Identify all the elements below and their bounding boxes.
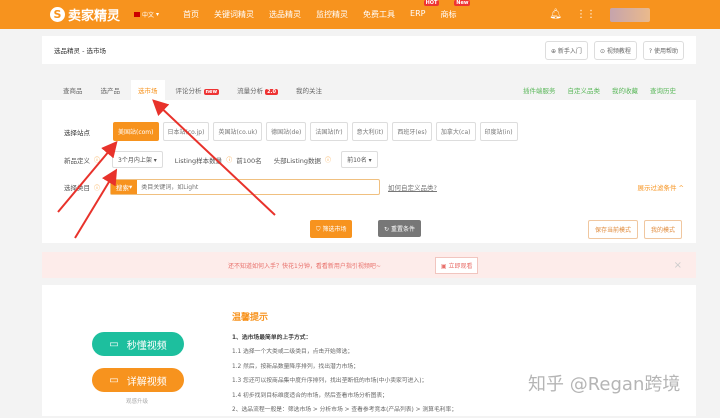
detail-video-button[interactable]: ▭ 详解视频: [92, 368, 184, 392]
close-icon[interactable]: ×: [674, 260, 682, 271]
category-search: 搜索 ▾: [110, 179, 381, 195]
search-type-select[interactable]: 搜索 ▾: [111, 180, 138, 194]
site-it[interactable]: 意大利(it): [351, 122, 389, 141]
expand-filters-toggle[interactable]: 展示过滤条件 ^: [637, 182, 684, 192]
video-tutorial-button[interactable]: ⊙ 视频教程: [593, 40, 637, 60]
save-mode-button[interactable]: 保存当前模式: [588, 220, 639, 239]
video-camera-icon: ▭: [109, 374, 119, 386]
tips-panel: ▭ 秒懂视频 ▭ 详解视频 观感升级 温馨提示 1、选市场最简单的上手方式： 1.1…: [42, 285, 696, 416]
site-fr[interactable]: 法国站(fr): [310, 122, 348, 141]
tips-title: 温馨提示: [232, 313, 269, 323]
help-icon[interactable]: ⓘ: [226, 155, 232, 164]
watch-now-button[interactable]: ▣ 立即观看: [434, 256, 479, 274]
site-us[interactable]: 美国站(com): [113, 122, 159, 141]
nav-product[interactable]: 选品精灵: [269, 9, 301, 20]
filter-market-button[interactable]: ⛉ 筛选市场: [310, 220, 353, 238]
breadcrumb: 选品精灵 - 选市场: [54, 47, 106, 55]
tip-line: 1.4 初步找到目标维度适合的市场，然后查看市场分析图表；: [232, 392, 388, 399]
flag-icon: [134, 12, 141, 17]
help-icon[interactable]: ⓘ: [94, 183, 100, 192]
nav-monitor[interactable]: 监控精灵: [316, 9, 348, 20]
nav-erp[interactable]: ERP HOT: [410, 0, 440, 20]
reset-button[interactable]: ↻ 重置条件: [378, 220, 421, 237]
new-badge: new: [203, 89, 220, 95]
filter-icon: ⛉: [316, 226, 321, 233]
reset-icon: ↻: [384, 226, 390, 233]
tip-line: 1、选市场最简单的上手方式：: [232, 334, 312, 341]
tab-traffic-analysis[interactable]: 流量分析 2.0: [230, 80, 285, 100]
quick-video-button[interactable]: ▭ 秒懂视频: [92, 332, 184, 356]
site-ca[interactable]: 加拿大(ca): [435, 122, 476, 141]
nav-home[interactable]: 首页: [183, 9, 199, 20]
plugin-service-link[interactable]: 插件端服务: [523, 85, 556, 95]
apps-grid-icon[interactable]: ⋮⋮: [576, 9, 596, 20]
tab-select-product[interactable]: 选产品: [94, 80, 128, 100]
logo-icon: S: [50, 7, 65, 22]
category-search-input[interactable]: [137, 183, 217, 191]
hot-badge: HOT: [423, 0, 440, 6]
custom-category-link[interactable]: 自定义品类: [568, 85, 601, 95]
beginner-guide-button[interactable]: ⊕ 新手入门: [544, 40, 588, 60]
tab-review-analysis[interactable]: 评论分析 new: [169, 80, 227, 100]
listing-sample-value[interactable]: 前100名: [236, 155, 261, 165]
filter-panel: 选择站点 美国站(com) 日本站(co.jp) 英国站(co.uk) 德国站(…: [42, 100, 696, 243]
avatar[interactable]: [610, 7, 650, 22]
language-select[interactable]: 中文 ▾: [134, 10, 159, 19]
nav-keyword[interactable]: 关键词精灵: [214, 9, 254, 20]
tip-line: 1.2 然后，按新品数量降序排列，找出潜力市场；: [232, 363, 359, 370]
head-listing-label: 头部Listing数据: [273, 156, 322, 165]
tip-line: 1.3 您还可以按商品集中度升序排列，找出垄断低的市场(中小卖家可进入)；: [232, 378, 428, 384]
site-es[interactable]: 西班牙(es): [392, 122, 432, 141]
video-icon: ▣: [440, 262, 447, 270]
site-jp[interactable]: 日本站(co.jp): [162, 122, 210, 141]
bell-icon[interactable]: 🔔︎: [549, 9, 562, 20]
new-badge: New: [454, 0, 471, 6]
help-icon[interactable]: ⓘ: [325, 155, 331, 164]
tip-line: 1.1 选择一个大类或二级类目，点击开始筛选；: [232, 349, 354, 355]
query-history-link[interactable]: 查询历史: [650, 85, 676, 95]
guide-banner: 还不知道如何入手？快花1分钟，看看新用户指引视频吧~ ▣ 立即观看 ×: [42, 252, 696, 278]
new-product-label: 新品定义: [64, 156, 90, 165]
site-de[interactable]: 德国站(de): [266, 122, 307, 141]
banner-text: 还不知道如何入手？快花1分钟，看看新用户指引视频吧~: [228, 262, 381, 270]
category-label: 选择类目: [64, 184, 90, 192]
nav-free-tools[interactable]: 免费工具: [363, 9, 395, 20]
top-nav-bar: S 卖家精灵 中文 ▾ 首页 关键词精灵 选品精灵 监控精灵 免费工具 ERP HOT…: [0, 0, 720, 29]
new-product-select[interactable]: 3个月内上架 ▾: [112, 151, 163, 168]
help-button[interactable]: ? 使用帮助: [642, 40, 684, 60]
tab-bar: 查商品 选产品 选市场 评论分析 new 流量分析 2.0 我的关注 插件端服务 自…: [42, 80, 696, 100]
site-label: 选择站点: [64, 128, 90, 137]
tip-line: 2、选品流程一般是：筛选市场 > 分析市场 > 查看参考竞本(产品列表) > 测…: [232, 407, 458, 413]
video-camera-icon: ▭: [109, 338, 119, 350]
logo[interactable]: S 卖家精灵: [50, 5, 120, 24]
breadcrumb-bar: 选品精灵 - 选市场 ⊕ 新手入门 ⊙ 视频教程 ? 使用帮助: [42, 36, 696, 64]
nav-trademark[interactable]: 商标 New: [440, 0, 471, 20]
tab-my-follow[interactable]: 我的关注: [289, 80, 329, 100]
tips: 温馨提示 1、选市场最简单的上手方式： 1.1 选择一个大类或二级类目，点击开始…: [232, 311, 457, 418]
my-favorites-link[interactable]: 我的收藏: [612, 85, 638, 95]
help-icon[interactable]: ⓘ: [94, 155, 100, 164]
tab-select-market[interactable]: 选市场: [131, 80, 165, 100]
site-uk[interactable]: 英国站(co.uk): [213, 122, 263, 141]
custom-category-help-link[interactable]: 如何自定义品类?: [388, 182, 437, 192]
site-in[interactable]: 印度站(in): [479, 122, 518, 141]
watermark: 知乎 @Regan跨境: [528, 374, 681, 395]
head-listing-select[interactable]: 前10名 ▾: [341, 151, 378, 168]
my-mode-button[interactable]: 我的模式: [644, 220, 683, 239]
listing-sample-label: Listing样本数量: [174, 156, 223, 165]
tab-search-product[interactable]: 查商品: [56, 80, 90, 100]
video-note: 观感升级: [126, 399, 149, 405]
version-badge: 2.0: [265, 89, 278, 95]
